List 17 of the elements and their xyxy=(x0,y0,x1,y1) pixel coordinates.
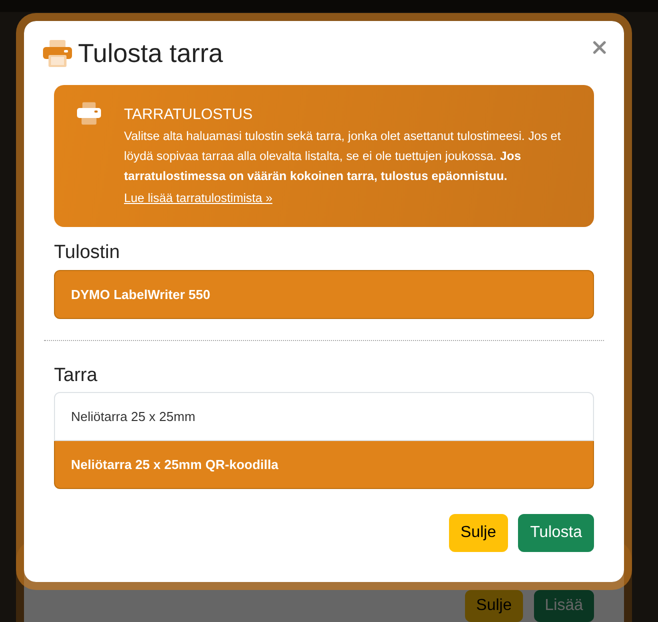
section-label: Tulostin xyxy=(54,241,121,265)
close-button[interactable]: Sulje xyxy=(448,514,508,552)
notice-title: TARRATULOSTUS xyxy=(124,105,254,125)
printer-icon xyxy=(43,39,72,67)
printer-option[interactable]: DYMO LabelWriter 550 xyxy=(54,270,594,319)
label-option[interactable]: Neliötarra 25 x 25mm QR-koodilla xyxy=(54,441,594,489)
section-label: Tarra xyxy=(54,364,98,388)
more-info-link[interactable]: Lue lisää tarratulostimista » xyxy=(124,188,272,208)
label-option[interactable]: Neliötarra 25 x 25mm xyxy=(54,392,594,441)
close-button[interactable]: Sulje xyxy=(465,590,523,622)
printer-icon xyxy=(77,101,101,125)
add-button[interactable]: Lisää xyxy=(534,590,594,622)
close-button[interactable] xyxy=(593,41,606,54)
notice-text: Valitse alta haluamasi tulostin sekä tarra, jonka olet asettanut tulostimeesi. Jos et löydä sopivaa tarraa alla olevalta listalta, se ei ole tuettujen joukossa. Jos tarratulostimessa on väärän kokoinen tarra, tulostus epäonnistuu. xyxy=(124,128,562,185)
print-button[interactable]: Tulosta xyxy=(518,514,594,552)
dialog-title: Tulosta tarra xyxy=(78,37,223,70)
close-icon xyxy=(593,41,606,54)
